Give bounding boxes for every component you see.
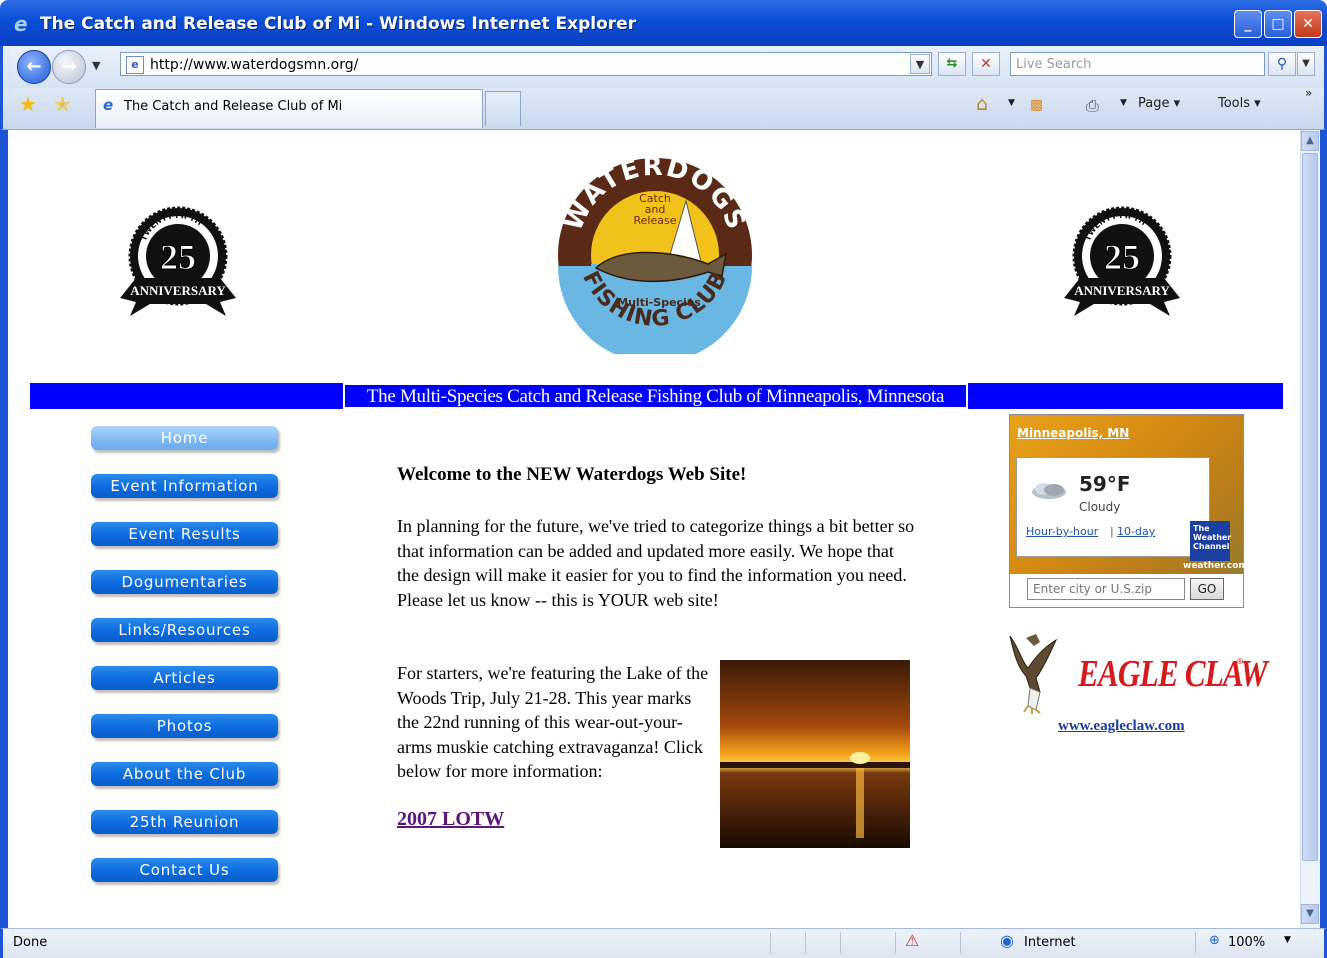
window-title: The Catch and Release Club of Mi - Windo… (40, 14, 637, 34)
back-button[interactable]: ← (17, 50, 51, 84)
privacy-report-icon[interactable]: ⚠ (905, 931, 919, 950)
nav-home-button[interactable]: Home (91, 426, 278, 450)
badge-ribbon-text: ANNIVERSARY (130, 283, 226, 298)
tab-title[interactable]: The Catch and Release Club of Mi (124, 99, 342, 114)
stop-button[interactable]: ✕ (972, 52, 1000, 76)
eagle-logo-icon[interactable] (1006, 632, 1058, 714)
lotw-link[interactable]: 2007 LOTW (397, 808, 504, 831)
badge-number: 25 (160, 237, 196, 277)
home-dropdown-icon[interactable]: ▼ (1008, 98, 1015, 108)
forward-button[interactable]: → (52, 50, 86, 84)
nav-25th-reunion-button[interactable]: 25th Reunion (91, 810, 278, 834)
status-divider (1195, 932, 1196, 954)
anniversary-badge-right: 25 ANNIVERSARY TWENTY-FIFTH (1064, 206, 1180, 316)
print-icon[interactable]: ⎙ (1086, 96, 1099, 116)
search-placeholder[interactable]: Live Search (1016, 57, 1091, 72)
status-text: Done (13, 935, 48, 950)
nav-about-button[interactable]: About the Club (91, 762, 278, 786)
favorites-star-icon[interactable]: ★ (19, 92, 37, 116)
nav-photos-button[interactable]: Photos (91, 714, 278, 738)
eagle-claw-registered-mark: ® (1236, 657, 1244, 666)
scroll-up-button[interactable]: ▲ (1301, 131, 1319, 151)
intro-paragraph: In planning for the future, we've tried … (397, 516, 915, 610)
status-divider (960, 932, 961, 954)
add-favorites-icon[interactable]: ✭ (54, 92, 71, 116)
feeds-icon[interactable]: ▩ (1030, 97, 1043, 113)
minimize-button[interactable]: _ (1234, 10, 1262, 38)
address-dropdown-button[interactable]: ▼ (910, 54, 930, 74)
waterdogs-logo: WATERDOGS FISHING CLUB Catch and Release… (558, 156, 752, 354)
refresh-button[interactable]: ⇆ (938, 52, 966, 76)
eagleclaw-link[interactable]: www.eagleclaw.com (1058, 718, 1185, 735)
page-menu[interactable]: Page ▾ (1138, 96, 1180, 111)
weather-temperature: 59°F (1079, 472, 1131, 496)
hour-by-hour-link[interactable]: Hour-by-hour (1026, 525, 1098, 538)
new-tab-button[interactable] (485, 91, 521, 126)
zoom-dropdown-icon[interactable]: ▼ (1284, 935, 1291, 945)
page-icon: e (126, 56, 144, 74)
badge-number: 25 (1104, 237, 1140, 277)
badge-ribbon-text: ANNIVERSARY (1074, 283, 1170, 298)
weather-go-button[interactable]: GO (1190, 578, 1224, 600)
status-divider (895, 932, 896, 954)
recent-pages-dropdown[interactable]: ▼ (92, 59, 100, 72)
tools-menu[interactable]: Tools ▾ (1218, 96, 1261, 111)
zoom-icon[interactable]: ⊕ (1209, 933, 1220, 948)
weather-city-link[interactable]: Minneapolis, MN (1017, 426, 1129, 440)
weather-com-text: weather.com (1183, 561, 1248, 571)
status-divider (840, 932, 841, 954)
logo-center-line3: Release (634, 214, 677, 227)
nav-event-information-button[interactable]: Event Information (91, 474, 278, 498)
print-dropdown-icon[interactable]: ▼ (1120, 98, 1127, 108)
anniversary-badge-left: 25 ANNIVERSARY TWENTY-FIFTH (120, 206, 236, 316)
status-bar (0, 928, 1327, 958)
nav-event-results-button[interactable]: Event Results (91, 522, 278, 546)
tab-page-icon: e (103, 96, 114, 114)
address-url[interactable]: http://www.waterdogsmn.org/ (150, 57, 358, 73)
scroll-down-button[interactable]: ▼ (1301, 904, 1319, 924)
status-divider (805, 932, 806, 954)
banner-text: The Multi-Species Catch and Release Fish… (366, 386, 945, 407)
home-icon[interactable]: ⌂ (976, 93, 988, 115)
weather-link-separator: | (1110, 525, 1114, 538)
globe-icon[interactable]: ◉ (1000, 931, 1014, 950)
security-zone-text[interactable]: Internet (1024, 935, 1076, 950)
nav-links-resources-button[interactable]: Links/Resources (91, 618, 278, 642)
logo-multi-species: Multi-Species (617, 296, 701, 309)
weather-channel-logo[interactable]: The Weather Channel (1190, 521, 1231, 561)
weather-zip-input[interactable] (1027, 578, 1185, 600)
search-icon[interactable]: ⚲ (1268, 52, 1296, 76)
search-options-dropdown[interactable]: ▼ (1297, 52, 1315, 76)
lotw-paragraph: For starters, we're featuring the Lake o… (397, 663, 709, 782)
close-button[interactable]: ✕ (1294, 10, 1322, 38)
scroll-thumb[interactable] (1302, 153, 1318, 861)
welcome-heading: Welcome to the NEW Waterdogs Web Site! (397, 464, 747, 485)
more-commands-chevron-icon[interactable]: » (1305, 86, 1312, 100)
nav-dogumentaries-button[interactable]: Dogumentaries (91, 570, 278, 594)
zoom-level[interactable]: 100% (1228, 935, 1265, 950)
window-border-left (0, 130, 8, 928)
status-divider (770, 932, 771, 954)
ten-day-link[interactable]: 10-day (1117, 525, 1155, 538)
weather-condition: Cloudy (1079, 500, 1121, 514)
sunset-photo[interactable] (720, 660, 910, 848)
nav-contact-button[interactable]: Contact Us (91, 858, 278, 882)
ie-logo-icon: e (14, 12, 28, 36)
window-border-right (1320, 130, 1327, 958)
maximize-button[interactable]: □ (1264, 10, 1292, 38)
cloudy-icon (1032, 483, 1066, 499)
nav-articles-button[interactable]: Articles (91, 666, 278, 690)
